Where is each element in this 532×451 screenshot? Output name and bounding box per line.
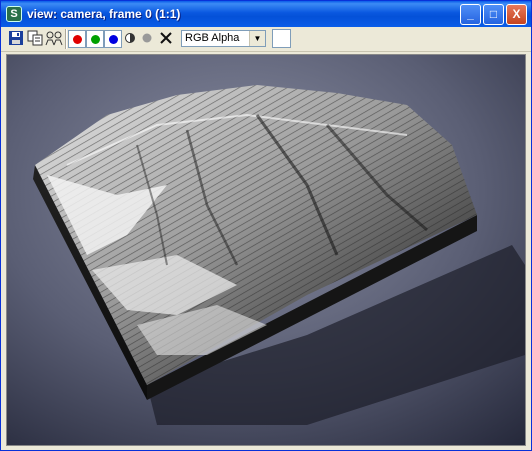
close-button[interactable]: X <box>506 4 527 25</box>
clear-icon[interactable] <box>158 30 176 48</box>
clone-window-icon[interactable] <box>45 30 63 48</box>
minimize-button[interactable]: _ <box>460 4 481 25</box>
blue-dot <box>108 35 118 44</box>
alpha-channel-icon[interactable] <box>139 30 157 48</box>
red-channel-icon[interactable] <box>68 30 86 48</box>
channel-select-value: RGB Alpha <box>185 32 240 44</box>
terrain-render-image <box>7 55 525 445</box>
color-swatch[interactable] <box>272 29 291 48</box>
chevron-down-icon[interactable]: ▼ <box>249 31 265 46</box>
render-window: S view: camera, frame 0 (1:1) _ □ X RGB … <box>0 0 532 451</box>
blue-channel-icon[interactable] <box>104 30 122 48</box>
monochrome-icon[interactable] <box>122 30 140 48</box>
toolbar-divider <box>65 29 67 49</box>
maximize-button[interactable]: □ <box>483 4 504 25</box>
title-bar[interactable]: S view: camera, frame 0 (1:1) _ □ X <box>1 1 531 27</box>
app-logo-icon[interactable]: S <box>6 6 22 22</box>
green-dot <box>90 35 100 44</box>
render-viewport[interactable] <box>6 54 526 446</box>
green-channel-icon[interactable] <box>86 30 104 48</box>
toolbar: RGB Alpha ▼ <box>1 27 531 52</box>
channel-select[interactable]: RGB Alpha ▼ <box>181 30 266 47</box>
window-title: view: camera, frame 0 (1:1) <box>27 7 181 21</box>
copy-icon[interactable] <box>27 30 45 48</box>
save-icon[interactable] <box>8 30 26 48</box>
red-dot <box>72 35 82 44</box>
